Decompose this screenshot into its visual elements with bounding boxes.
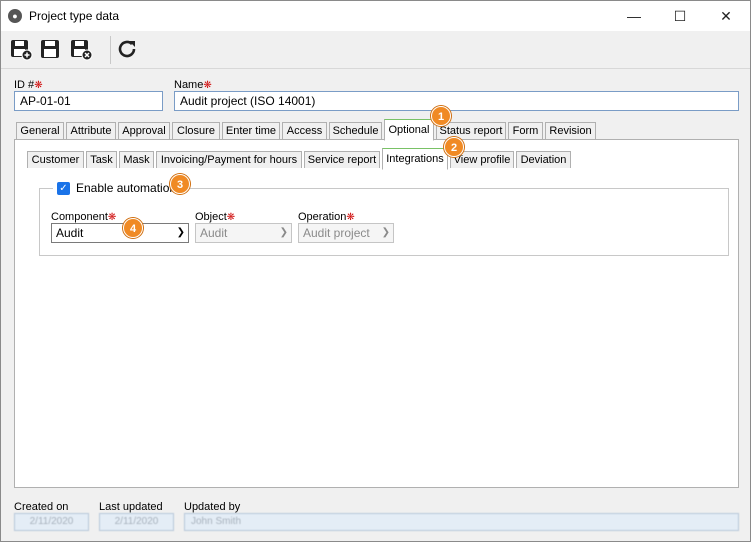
tab-attribute[interactable]: Attribute [66,122,116,140]
name-field[interactable]: Audit project (ISO 14001) [174,91,739,111]
object-label: Object❋ [195,211,236,223]
tab-form[interactable]: Form [508,122,543,140]
title-bar: ● Project type data — ☐ ✕ [1,1,750,31]
chevron-down-icon: ❯ [381,227,390,238]
updated-by-field: John Smith [184,513,739,531]
tab-revision[interactable]: Revision [545,122,596,140]
id-label: ID #❋ [14,79,43,91]
callout-badge: 2 [444,137,464,157]
last-updated-label: Last updated [99,501,163,513]
chevron-down-icon: ❯ [176,227,185,238]
tab-closure[interactable]: Closure [172,122,220,140]
required-icon: ❋ [107,212,117,223]
last-updated-field: 2/11/2020 [99,513,174,531]
refresh-icon [118,40,136,58]
component-select[interactable]: Audit ❯ [51,223,189,243]
tab-enter-time[interactable]: Enter time [222,122,280,140]
required-icon: ❋ [346,212,355,223]
save-plus-icon [11,40,33,61]
maximize-button[interactable]: ☐ [657,1,703,31]
tab-deviation[interactable]: Deviation [516,151,571,169]
created-on-label: Created on [14,501,69,513]
tab-general[interactable]: General [16,122,64,140]
chevron-down-icon: ❯ [279,227,288,238]
save-icon [41,40,59,58]
save-close-button[interactable] [69,37,95,63]
minimize-button[interactable]: — [611,1,657,31]
tab-access[interactable]: Access [282,122,327,140]
tab-integrations[interactable]: Integrations [382,148,448,170]
name-label: Name❋ [174,79,212,91]
refresh-button[interactable] [115,37,141,63]
operation-select[interactable]: Audit project ❯ [298,223,394,243]
callout-badge: 4 [123,218,143,238]
save-close-icon [71,40,93,61]
window-title: Project type data [29,9,120,23]
created-on-field: 2/11/2020 [14,513,89,531]
enable-automation-label: Enable automation [76,181,177,195]
required-icon: ❋ [226,212,236,223]
checkbox-checked-icon[interactable]: ✓ [57,181,70,195]
required-icon: ❋ [203,80,212,91]
tab-task[interactable]: Task [86,151,117,169]
save-button[interactable] [39,37,65,63]
tab-customer[interactable]: Customer [27,151,84,169]
project-type-window: ● Project type data — ☐ ✕ ID #❋ AP-01-01… [0,0,751,542]
tab-approval[interactable]: Approval [118,122,170,140]
callout-badge: 1 [431,106,451,126]
sub-tabs: Customer Task Mask Invoicing/Payment for… [27,148,727,170]
main-tabs: General Attribute Approval Closure Enter… [16,119,736,141]
tab-mask[interactable]: Mask [119,151,154,169]
object-select[interactable]: Audit ❯ [195,223,292,243]
required-icon: ❋ [34,80,43,91]
enable-automation-checkbox[interactable]: ✓ Enable automation [53,179,181,197]
app-icon: ● [8,9,22,23]
tab-invoicing-payment[interactable]: Invoicing/Payment for hours [156,151,302,169]
updated-by-label: Updated by [184,501,241,513]
component-label: Component❋ [51,211,117,223]
automation-groupbox [39,188,729,256]
close-button[interactable]: ✕ [703,1,749,31]
tab-optional[interactable]: Optional [384,119,434,141]
toolbar [1,31,750,69]
toolbar-separator [110,36,111,64]
id-field[interactable]: AP-01-01 [14,91,163,111]
integrations-tab-panel [25,168,728,169]
tab-status-report[interactable]: Status report [436,122,506,140]
tab-service-report[interactable]: Service report [304,151,380,169]
tab-schedule[interactable]: Schedule [329,122,382,140]
save-new-button[interactable] [9,37,35,63]
callout-badge: 3 [170,174,190,194]
operation-label: Operation❋ [298,211,355,223]
